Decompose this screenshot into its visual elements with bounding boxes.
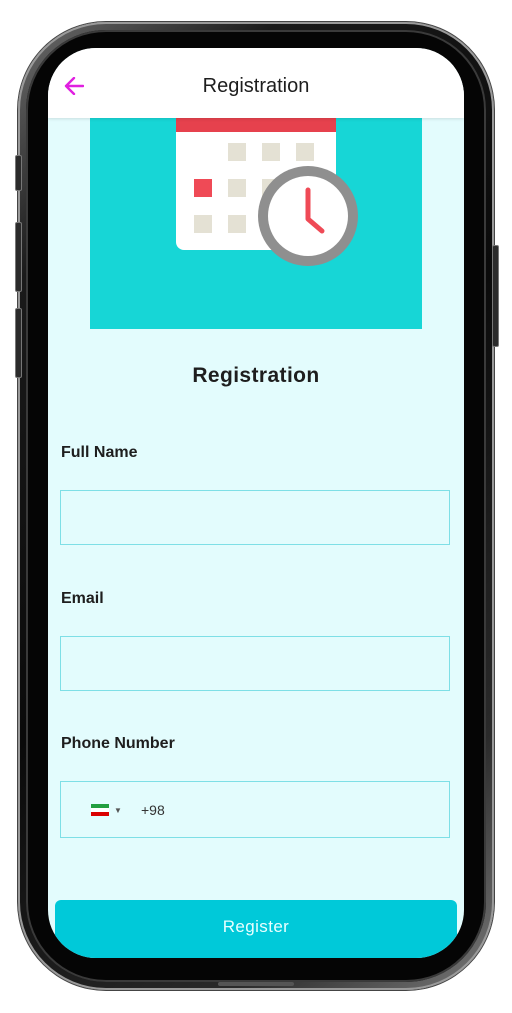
home-indicator bbox=[218, 982, 294, 986]
email-input[interactable] bbox=[60, 636, 450, 691]
app-bar: Registration bbox=[48, 48, 464, 118]
full-name-label: Full Name bbox=[61, 444, 138, 461]
dial-code: +98 bbox=[141, 802, 165, 818]
iran-flag-icon bbox=[91, 804, 109, 816]
chevron-down-icon: ▼ bbox=[114, 805, 122, 815]
form-title: Registration bbox=[192, 364, 320, 387]
email-label: Email bbox=[61, 590, 104, 607]
app-screen: Registration Registration Full Name Emai… bbox=[48, 48, 464, 958]
phone-number-label: Phone Number bbox=[61, 735, 175, 752]
phone-number-input[interactable]: ▼ +98 bbox=[60, 781, 450, 838]
page-title: Registration bbox=[202, 75, 310, 97]
hero-banner bbox=[90, 118, 422, 329]
full-name-input[interactable] bbox=[60, 490, 450, 545]
mute-switch bbox=[15, 155, 22, 191]
calendar-clock-illustration bbox=[176, 118, 358, 266]
register-button[interactable]: Register bbox=[55, 900, 457, 958]
country-code-picker[interactable]: ▼ bbox=[91, 804, 122, 816]
volume-down-button bbox=[15, 308, 22, 378]
volume-up-button bbox=[15, 222, 22, 292]
registration-form: Registration Full Name Email Phone Numbe… bbox=[48, 118, 464, 958]
power-button bbox=[492, 245, 499, 347]
